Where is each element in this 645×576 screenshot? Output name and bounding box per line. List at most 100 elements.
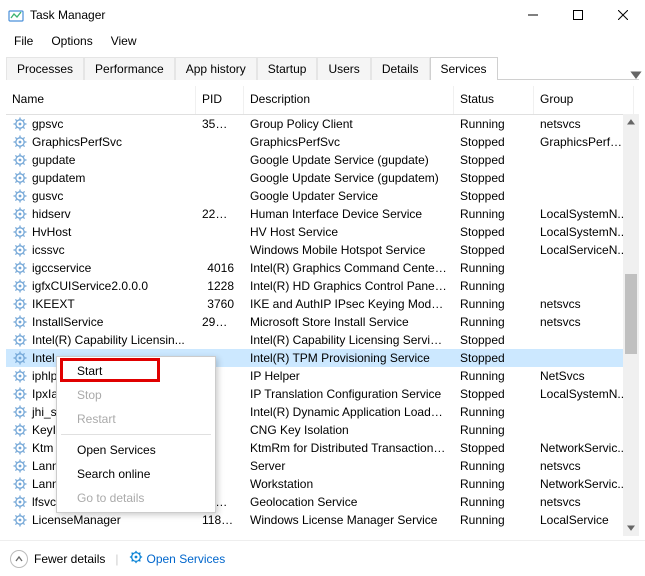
col-status[interactable]: Status: [454, 86, 534, 114]
service-group: netsvcs: [534, 457, 634, 475]
service-group: [534, 421, 634, 439]
service-group: [534, 403, 634, 421]
statusbar: Fewer details | Open Services: [0, 540, 645, 576]
service-name: icssvc: [32, 241, 65, 259]
service-description: CNG Key Isolation: [244, 421, 454, 439]
service-status: Running: [454, 511, 534, 529]
fewer-details-link[interactable]: Fewer details: [34, 552, 105, 566]
vertical-scrollbar[interactable]: [623, 114, 639, 536]
maximize-button[interactable]: [555, 0, 600, 30]
service-description: Human Interface Device Service: [244, 205, 454, 223]
service-status: Running: [454, 421, 534, 439]
scroll-up-arrow-icon[interactable]: [623, 114, 639, 130]
service-description: IKE and AuthIP IPsec Keying Modules: [244, 295, 454, 313]
tab-performance[interactable]: Performance: [84, 57, 175, 80]
table-row[interactable]: gupdateGoogle Update Service (gupdate)St…: [6, 151, 639, 169]
service-gear-icon: [12, 242, 28, 258]
context-search-online[interactable]: Search online: [59, 462, 213, 486]
minimize-button[interactable]: [510, 0, 555, 30]
service-status: Stopped: [454, 151, 534, 169]
service-group: LocalSystemN...: [534, 223, 634, 241]
table-row[interactable]: icssvcWindows Mobile Hotspot ServiceStop…: [6, 241, 639, 259]
table-row[interactable]: LicenseManager11876Windows License Manag…: [6, 511, 639, 529]
tab-services[interactable]: Services: [430, 57, 498, 80]
service-status: Stopped: [454, 349, 534, 367]
table-row[interactable]: gpsvc35888Group Policy ClientRunningnets…: [6, 115, 639, 133]
service-group: NetSvcs: [534, 367, 634, 385]
open-services-link[interactable]: Open Services: [129, 550, 226, 567]
service-pid: [196, 241, 244, 259]
context-go-to-details: Go to details: [59, 486, 213, 510]
service-status: Running: [454, 115, 534, 133]
chevron-down-icon[interactable]: [629, 68, 643, 82]
service-description: Intel(R) Capability Licensing Service ..…: [244, 331, 454, 349]
table-row[interactable]: igfxCUIService2.0.0.01228Intel(R) HD Gra…: [6, 277, 639, 295]
context-open-services[interactable]: Open Services: [59, 438, 213, 462]
table-row[interactable]: IKEEXT3760IKE and AuthIP IPsec Keying Mo…: [6, 295, 639, 313]
service-gear-icon: [12, 170, 28, 186]
service-description: Google Update Service (gupdatem): [244, 169, 454, 187]
tab-processes[interactable]: Processes: [6, 57, 84, 80]
close-button[interactable]: [600, 0, 645, 30]
service-status: Stopped: [454, 223, 534, 241]
service-description: Group Policy Client: [244, 115, 454, 133]
tab-app-history[interactable]: App history: [175, 57, 257, 80]
context-stop: Stop: [59, 383, 213, 407]
table-row[interactable]: hidserv22216Human Interface Device Servi…: [6, 205, 639, 223]
service-status: Stopped: [454, 169, 534, 187]
service-name: iphlp: [32, 367, 57, 385]
tab-users[interactable]: Users: [317, 57, 370, 80]
service-status: Stopped: [454, 241, 534, 259]
service-status: Running: [454, 457, 534, 475]
service-name: IKEEXT: [32, 295, 75, 313]
service-status: Running: [454, 259, 534, 277]
service-group: LocalService: [534, 511, 634, 529]
service-name: gusvc: [32, 187, 63, 205]
service-pid: [196, 331, 244, 349]
service-gear-icon: [12, 494, 28, 510]
table-row[interactable]: Intel(R) Capability Licensin...Intel(R) …: [6, 331, 639, 349]
tab-startup[interactable]: Startup: [257, 57, 318, 80]
col-name[interactable]: Name: [6, 86, 196, 114]
service-description: Workstation: [244, 475, 454, 493]
service-name: jhi_s: [32, 403, 57, 421]
chevron-up-icon[interactable]: [10, 550, 28, 568]
table-row[interactable]: igccservice4016Intel(R) Graphics Command…: [6, 259, 639, 277]
menu-options[interactable]: Options: [43, 32, 100, 50]
service-pid: [196, 187, 244, 205]
service-description: KtmRm for Distributed Transaction C...: [244, 439, 454, 457]
service-pid: 29220: [196, 313, 244, 331]
service-status: Running: [454, 205, 534, 223]
tab-details[interactable]: Details: [371, 57, 430, 80]
service-gear-icon: [12, 224, 28, 240]
service-group: NetworkServic...: [534, 439, 634, 457]
context-separator: [61, 434, 211, 435]
scrollbar-thumb[interactable]: [625, 274, 637, 354]
col-description[interactable]: Description: [244, 86, 454, 114]
col-pid[interactable]: PID: [196, 86, 244, 114]
service-group: netsvcs: [534, 313, 634, 331]
service-group: [534, 349, 634, 367]
scroll-down-arrow-icon[interactable]: [623, 520, 639, 536]
service-description: IP Translation Configuration Service: [244, 385, 454, 403]
service-pid: 4016: [196, 259, 244, 277]
menu-view[interactable]: View: [103, 32, 145, 50]
service-description: Server: [244, 457, 454, 475]
table-row[interactable]: HvHostHV Host ServiceStoppedLocalSystemN…: [6, 223, 639, 241]
service-group: netsvcs: [534, 493, 634, 511]
service-status: Stopped: [454, 331, 534, 349]
service-name: HvHost: [32, 223, 71, 241]
service-gear-icon: [12, 188, 28, 204]
table-row[interactable]: InstallService29220Microsoft Store Insta…: [6, 313, 639, 331]
col-group[interactable]: Group: [534, 86, 634, 114]
table-row[interactable]: gusvcGoogle Updater ServiceStopped: [6, 187, 639, 205]
service-group: [534, 151, 634, 169]
service-gear-icon: [12, 440, 28, 456]
menu-file[interactable]: File: [6, 32, 41, 50]
context-start[interactable]: Start: [59, 359, 213, 383]
service-description: Google Updater Service: [244, 187, 454, 205]
service-group: netsvcs: [534, 295, 634, 313]
table-row[interactable]: GraphicsPerfSvcGraphicsPerfSvcStoppedGra…: [6, 133, 639, 151]
table-row[interactable]: gupdatemGoogle Update Service (gupdatem)…: [6, 169, 639, 187]
service-pid: 35888: [196, 115, 244, 133]
